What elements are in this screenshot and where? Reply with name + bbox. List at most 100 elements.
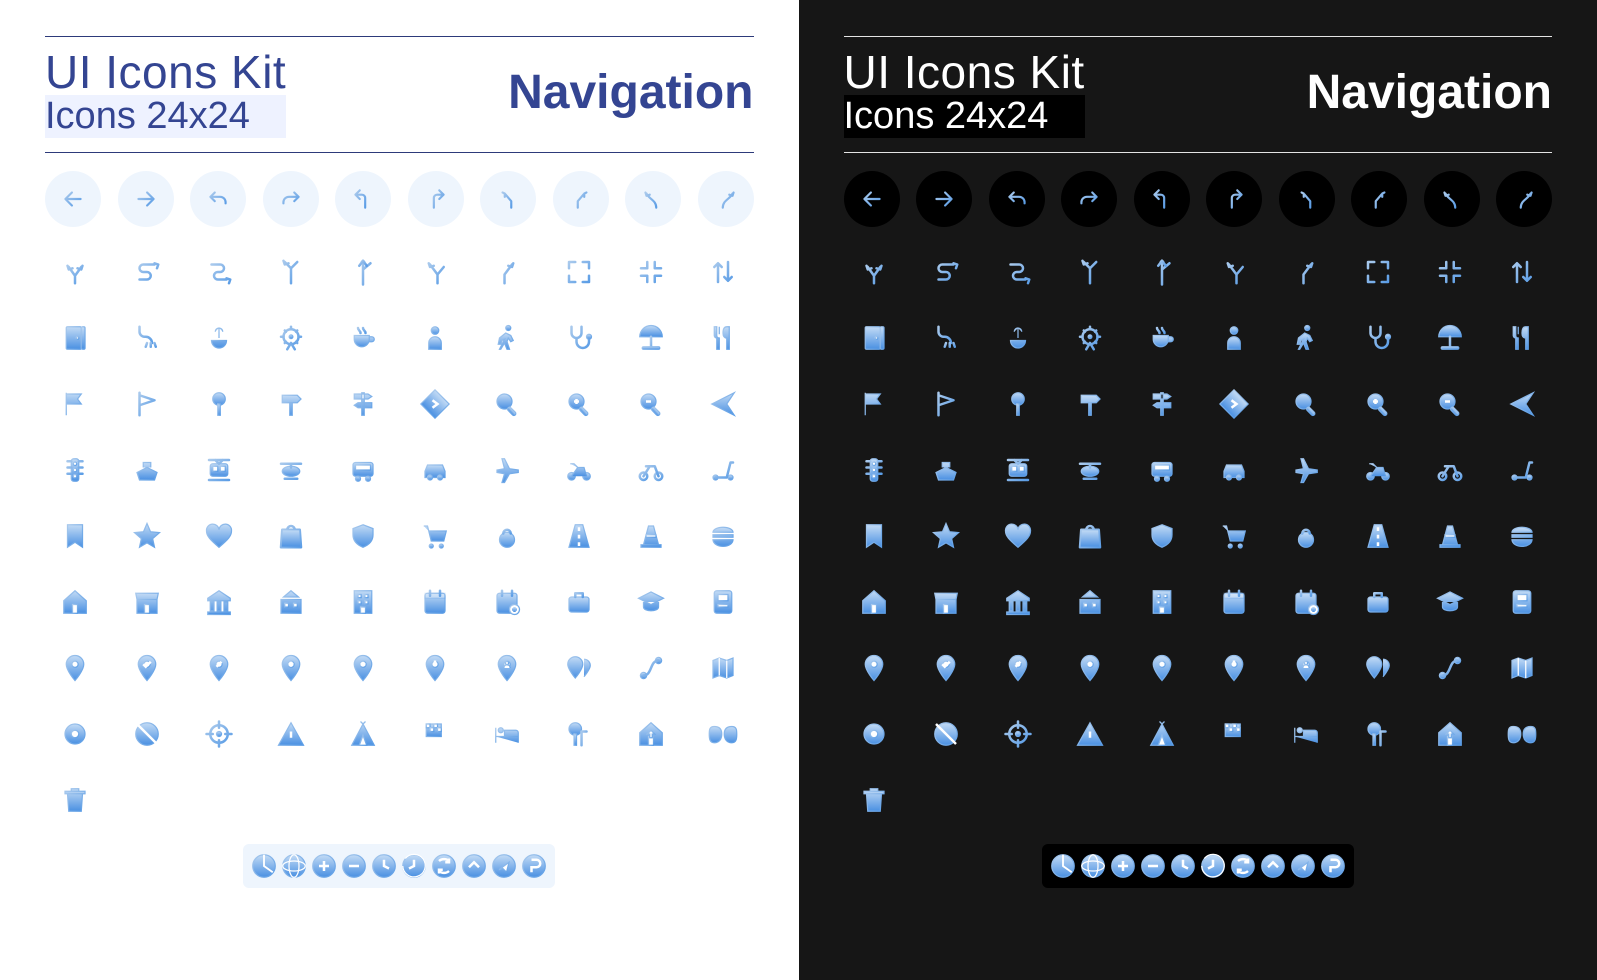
crosshair-icon xyxy=(199,714,239,754)
door-icon xyxy=(55,318,95,358)
turn-right-icon xyxy=(1206,171,1262,227)
plane-icon xyxy=(1286,450,1326,490)
scooter-icon xyxy=(1502,450,1542,490)
pin-add-icon xyxy=(271,648,311,688)
fountain-icon xyxy=(998,318,1038,358)
cart-icon xyxy=(1214,516,1254,556)
circled-arrow-row xyxy=(45,171,754,227)
coffee-icon xyxy=(1142,318,1182,358)
arrow-right-icon xyxy=(916,171,972,227)
refresh-icon xyxy=(429,846,459,886)
fountain-icon xyxy=(199,318,239,358)
up-circle-icon xyxy=(459,846,489,886)
swap-vertical-icon xyxy=(703,252,743,292)
traffic-light-icon xyxy=(55,450,95,490)
signpost-right-icon xyxy=(271,384,311,424)
helicopter-icon xyxy=(271,450,311,490)
traffic-light-icon xyxy=(854,450,894,490)
walking-icon xyxy=(1286,318,1326,358)
pin-user-icon xyxy=(487,648,527,688)
store-icon xyxy=(926,582,966,622)
burger-icon xyxy=(1502,516,1542,556)
ship-icon xyxy=(926,450,966,490)
shopping-bag-icon xyxy=(271,516,311,556)
pin-alert-icon xyxy=(415,648,455,688)
winding-road-icon xyxy=(926,252,966,292)
graduation-icon xyxy=(631,582,671,622)
bed-icon xyxy=(1286,714,1326,754)
bear-right-icon xyxy=(1351,171,1407,227)
panel-dark: UI Icons Kit Icons 24x24 Navigation xyxy=(799,0,1597,980)
crosshair-icon xyxy=(998,714,1038,754)
pin-alert-icon xyxy=(1214,648,1254,688)
trash-icon xyxy=(55,780,95,820)
map-icon xyxy=(703,648,743,688)
flag-checkered-icon xyxy=(1214,714,1254,754)
navigate-circle-icon xyxy=(489,846,519,886)
office-icon xyxy=(343,582,383,622)
fork-left-icon xyxy=(1070,252,1110,292)
history-icon xyxy=(399,846,429,886)
collapse-icon xyxy=(1430,252,1470,292)
curve-right-icon xyxy=(1496,171,1552,227)
signpost-right-icon xyxy=(1070,384,1110,424)
s-curve-icon xyxy=(199,252,239,292)
camping-icon xyxy=(1142,714,1182,754)
tram-icon xyxy=(199,450,239,490)
bank-icon xyxy=(998,582,1038,622)
school-icon xyxy=(1070,582,1110,622)
icon-grid-dark xyxy=(844,243,1553,950)
parking-icon xyxy=(519,846,549,886)
umbrella-icon xyxy=(1430,318,1470,358)
pin-group-icon xyxy=(559,648,599,688)
restaurant-icon xyxy=(703,318,743,358)
warning-icon xyxy=(1070,714,1110,754)
turn-right-icon xyxy=(408,171,464,227)
stethoscope-icon xyxy=(559,318,599,358)
pin-edit-icon xyxy=(199,648,239,688)
cart-icon xyxy=(415,516,455,556)
arrow-left-icon xyxy=(45,171,101,227)
home-icon xyxy=(55,582,95,622)
road-icon xyxy=(559,516,599,556)
pie-icon xyxy=(1048,846,1078,886)
undo-icon xyxy=(190,171,246,227)
zoom-in-icon xyxy=(559,384,599,424)
atm-icon xyxy=(1502,582,1542,622)
flag-solid-icon xyxy=(55,384,95,424)
curve-left-icon xyxy=(625,171,681,227)
pin-remove-icon xyxy=(343,648,383,688)
star-icon xyxy=(926,516,966,556)
car-icon xyxy=(415,450,455,490)
slight-right-icon xyxy=(487,252,527,292)
flag-checkered-icon xyxy=(415,714,455,754)
burger-icon xyxy=(703,516,743,556)
up-circle-icon xyxy=(1258,846,1288,886)
car-icon xyxy=(1214,450,1254,490)
rule-top xyxy=(45,36,754,37)
shower-icon xyxy=(127,318,167,358)
clock-icon xyxy=(1168,846,1198,886)
expand-icon xyxy=(1358,252,1398,292)
coffee-icon xyxy=(343,318,383,358)
park-icon xyxy=(1358,714,1398,754)
turn-left-icon xyxy=(335,171,391,227)
fork-left-icon xyxy=(271,252,311,292)
pin-round-icon xyxy=(998,384,1038,424)
pin-add-icon xyxy=(1070,648,1110,688)
flag-outline-icon xyxy=(926,384,966,424)
route-icon xyxy=(631,648,671,688)
arrow-left-icon xyxy=(844,171,900,227)
rule-mid xyxy=(844,152,1553,153)
home-arrow-icon xyxy=(631,714,671,754)
kit-subtitle: Icons 24x24 xyxy=(844,95,1085,138)
split-road-icon xyxy=(55,252,95,292)
fork-straight-icon xyxy=(343,252,383,292)
warning-icon xyxy=(271,714,311,754)
flag-solid-icon xyxy=(854,384,894,424)
ferris-wheel-icon xyxy=(1070,318,1110,358)
restaurant-icon xyxy=(1502,318,1542,358)
zoom-in-icon xyxy=(1358,384,1398,424)
rule-mid xyxy=(45,152,754,153)
scooter-icon xyxy=(703,450,743,490)
